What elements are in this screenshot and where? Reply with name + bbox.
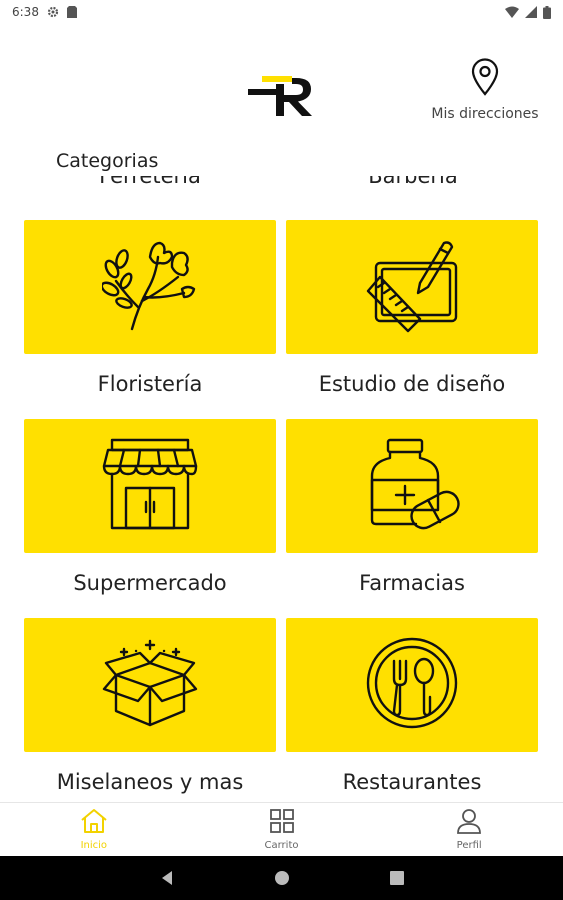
brand-logo	[248, 70, 316, 118]
section-title: Categorias	[56, 150, 159, 172]
back-icon[interactable]	[160, 870, 174, 886]
category-tile[interactable]	[24, 618, 276, 752]
my-addresses-label: Mis direcciones	[431, 106, 539, 122]
category-label: Supermercado	[73, 571, 227, 595]
category-card-floristeria[interactable]: Floristería	[24, 220, 276, 419]
battery-icon	[543, 5, 551, 19]
medicine-icon	[364, 436, 460, 536]
nav-item-carrito[interactable]: Carrito	[188, 803, 376, 856]
bottom-navigation: Inicio Carrito Perfil	[0, 802, 563, 856]
system-navigation-bar	[0, 856, 563, 900]
app-header: Mis direcciones	[0, 24, 563, 134]
category-card-supermercado[interactable]: Supermercado	[24, 419, 276, 618]
settings-icon	[47, 6, 59, 18]
home-icon	[80, 808, 108, 838]
category-tile[interactable]	[24, 220, 276, 354]
category-label-partial[interactable]: Barbería	[287, 176, 539, 188]
sim-icon	[66, 6, 77, 18]
category-label: Miselaneos y mas	[56, 770, 244, 794]
grid-icon	[269, 808, 295, 838]
person-icon	[456, 808, 482, 838]
categories-scroll[interactable]: Ferretería Barbería Floristería Estudio …	[0, 176, 563, 802]
category-label: Estudio de diseño	[318, 372, 506, 396]
nav-label: Inicio	[80, 840, 108, 851]
category-card-restaurantes[interactable]: Restaurantes	[286, 618, 538, 802]
category-card-miselaneos[interactable]: Miselaneos y mas	[24, 618, 276, 802]
signal-icon	[525, 6, 537, 18]
my-addresses-button[interactable]: Mis direcciones	[425, 58, 545, 122]
status-bar: 6:38	[0, 0, 563, 24]
home-circle-icon[interactable]	[274, 870, 290, 886]
category-label: Restaurantes	[342, 770, 482, 794]
plate-utensils-icon	[364, 635, 460, 735]
box-icon	[102, 635, 198, 735]
category-grid: Floristería Estudio de diseño Supermerca…	[24, 220, 540, 802]
design-tablet-icon	[364, 237, 460, 337]
category-tile[interactable]	[286, 419, 538, 553]
partial-categories-row: Ferretería Barbería	[0, 176, 563, 190]
category-label: Floristería	[97, 372, 203, 396]
nav-label: Carrito	[264, 840, 299, 851]
category-tile[interactable]	[286, 220, 538, 354]
category-card-farmacias[interactable]: Farmacias	[286, 419, 538, 618]
flowers-icon	[100, 237, 198, 337]
category-label: Farmacias	[359, 571, 465, 595]
recents-icon[interactable]	[389, 871, 404, 885]
nav-item-inicio[interactable]: Inicio	[0, 803, 188, 856]
wifi-icon	[505, 6, 519, 18]
category-tile[interactable]	[24, 419, 276, 553]
nav-item-perfil[interactable]: Perfil	[375, 803, 563, 856]
category-label-partial[interactable]: Ferretería	[24, 176, 276, 188]
category-card-estudio-diseno[interactable]: Estudio de diseño	[286, 220, 538, 419]
category-tile[interactable]	[286, 618, 538, 752]
map-pin-icon	[471, 58, 499, 100]
storefront-icon	[102, 436, 198, 536]
nav-label: Perfil	[456, 840, 482, 851]
status-time: 6:38	[12, 5, 39, 19]
